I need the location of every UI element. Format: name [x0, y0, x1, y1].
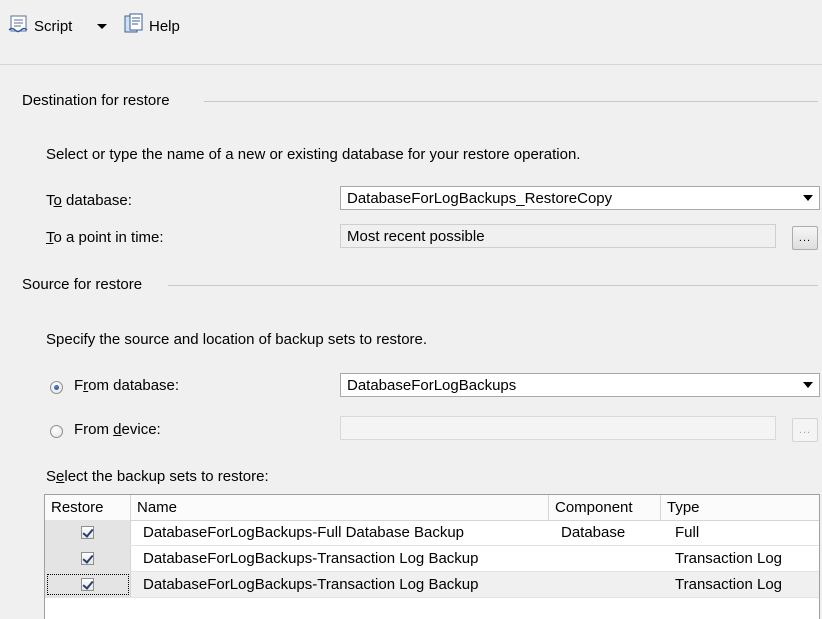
source-description: Specify the source and location of backu… [46, 331, 428, 348]
restore-checkbox[interactable] [81, 552, 94, 565]
help-button[interactable]: Help [123, 13, 180, 39]
table-row[interactable]: DatabaseForLogBackups-Transaction Log Ba… [45, 546, 819, 572]
point-in-time-field: Most recent possible [340, 224, 776, 248]
chevron-down-icon[interactable] [799, 188, 817, 208]
column-header-restore[interactable]: Restore [45, 495, 131, 520]
destination-description: Select or type the name of a new or exis… [46, 146, 581, 163]
table-header: Restore Name Component Type [45, 495, 819, 521]
script-label: Script [34, 17, 73, 35]
point-in-time-label: To a point in time: [46, 229, 164, 246]
table-row[interactable]: DatabaseForLogBackups-Transaction Log Ba… [45, 572, 819, 598]
restore-cell[interactable] [45, 520, 131, 545]
to-database-combo[interactable]: DatabaseForLogBackups_RestoreCopy [340, 186, 820, 210]
from-device-label[interactable]: From device: [74, 421, 161, 438]
source-group-rule [168, 285, 818, 286]
help-icon [123, 13, 145, 39]
name-cell: DatabaseForLogBackups-Transaction Log Ba… [131, 572, 549, 597]
destination-group-title: Destination for restore [22, 92, 170, 109]
column-header-component[interactable]: Component [549, 495, 661, 520]
name-cell: DatabaseForLogBackups-Full Database Back… [143, 524, 465, 541]
from-device-radio[interactable] [50, 425, 63, 438]
to-database-value: DatabaseForLogBackups_RestoreCopy [347, 189, 613, 207]
name-cell: DatabaseForLogBackups-Transaction Log Ba… [143, 550, 479, 567]
script-dropdown-button[interactable] [96, 14, 108, 38]
from-device-field [340, 416, 776, 440]
backup-sets-label: Select the backup sets to restore: [46, 468, 269, 485]
toolbar-divider [0, 64, 822, 65]
type-cell: Full [675, 524, 700, 541]
help-label: Help [149, 17, 180, 35]
from-database-value: DatabaseForLogBackups [347, 376, 517, 394]
toolbar: Script Help [0, 0, 822, 62]
from-database-label[interactable]: From database: [74, 377, 179, 394]
restore-checkbox[interactable] [81, 578, 94, 591]
chevron-down-icon[interactable] [799, 375, 817, 395]
from-database-radio[interactable] [50, 381, 63, 394]
type-cell: Transaction Log [661, 572, 819, 597]
chevron-down-icon [96, 18, 108, 35]
column-header-type[interactable]: Type [661, 495, 819, 520]
to-database-label: To database: [46, 192, 132, 209]
table-row[interactable]: DatabaseForLogBackups-Full Database Back… [45, 520, 819, 546]
destination-group-rule [204, 101, 818, 102]
from-database-combo[interactable]: DatabaseForLogBackups [340, 373, 820, 397]
column-header-name[interactable]: Name [131, 495, 549, 520]
script-button[interactable]: Script [8, 14, 72, 38]
restore-cell[interactable] [45, 546, 131, 571]
script-icon [8, 14, 30, 38]
backup-sets-table: Restore Name Component Type DatabaseForL… [44, 494, 820, 619]
component-cell [549, 572, 661, 597]
point-in-time-browse-button[interactable]: ... [792, 226, 818, 250]
type-cell: Transaction Log [675, 550, 783, 567]
restore-cell[interactable] [45, 572, 131, 597]
from-device-browse-button: ... [792, 418, 818, 442]
restore-checkbox[interactable] [81, 526, 94, 539]
component-cell [561, 546, 661, 571]
component-cell: Database [561, 524, 626, 541]
point-in-time-value: Most recent possible [347, 227, 485, 245]
source-group-title: Source for restore [22, 276, 143, 293]
